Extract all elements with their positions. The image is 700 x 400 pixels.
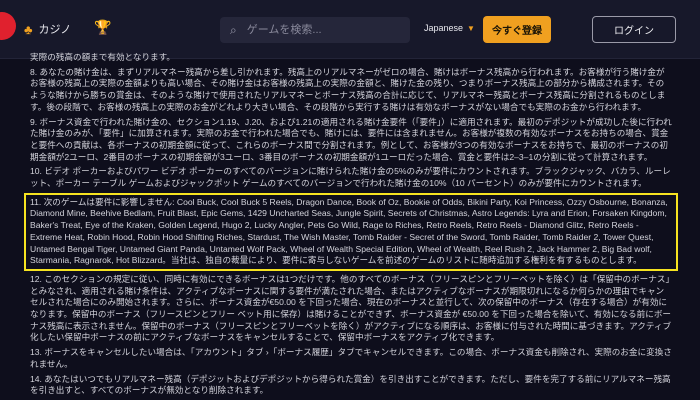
terms-paragraph: 12. このセクションの規定に従い、同時に有効にできるボーナスは1つだけです。他… [30,273,672,343]
search-bar[interactable]: ⌕ [220,17,410,43]
search-icon: ⌕ [230,22,237,37]
nav-casino-label: カジノ [38,24,72,36]
logo-icon[interactable] [0,12,16,40]
search-input[interactable] [244,23,399,37]
terms-paragraph: 8. あなたの賭け金は、まずリアルマネー残高から差し引かれます。残高上のリアルマ… [30,66,666,112]
terms-paragraph: 13. ボーナスをキャンセルしたい場合は、「アカウント」タブ ›「ボーナス履歴」… [30,347,672,369]
language-label: Japanese [424,23,464,33]
terms-paragraph: 10. ビデオ ポーカーおよびパワー ビデオ ポーカーのすべてのバージョンに賭け… [30,166,671,189]
terms-paragraph: 14. あなたはいつでもリアルマネー残高（デポジットおよびデポジットから得られた… [30,373,671,396]
nav-casino[interactable]: ♣ カジノ [24,21,71,37]
register-button[interactable]: 今すぐ登録 [483,16,551,43]
login-button[interactable]: ログイン [592,16,676,43]
top-header: ♣ カジノ 🏆 ⌕ Japanese ▼ 今すぐ登録 ログイン [0,0,700,59]
chevron-down-icon: ▼ [467,23,475,33]
terms-paragraph: 実際の残高の額まで有効となります。 [30,52,175,62]
language-selector[interactable]: Japanese ▼ [424,23,475,33]
terms-paragraph-highlighted: 11. 次のゲームは要件に影響しません: Cool Buck, Cool Buc… [24,192,678,271]
terms-content: 実際の残高の額まで有効となります。 8. あなたの賭け金は、まずリアルマネー残高… [24,52,678,400]
trophy-icon[interactable]: 🏆 [94,20,111,34]
casino-icon: ♣ [24,21,33,37]
terms-paragraph: 9. ボーナス資金で行われた賭け金の、セクション1.19、J.20、および1.2… [30,116,672,162]
